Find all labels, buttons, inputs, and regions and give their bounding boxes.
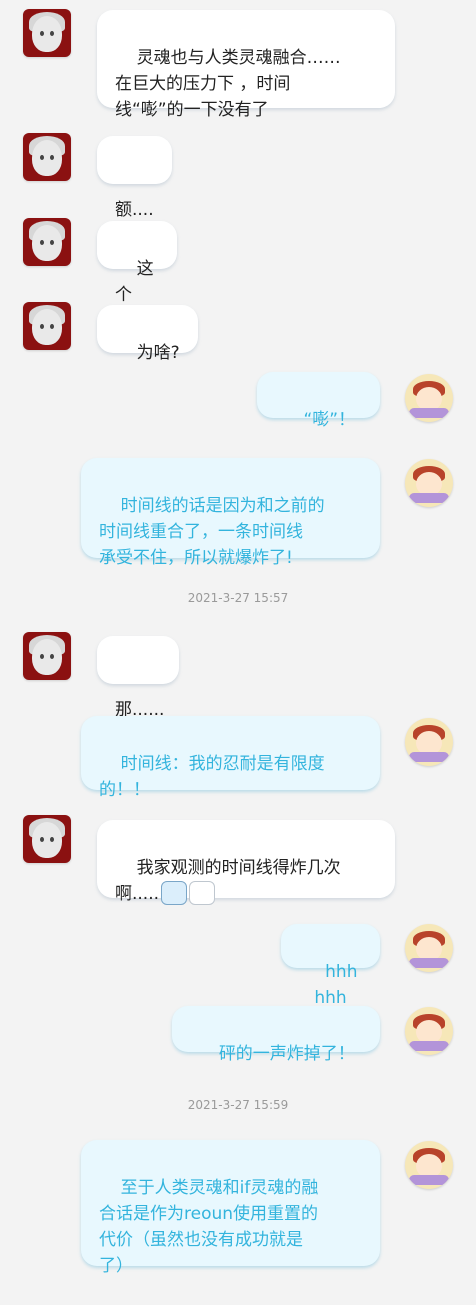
message-bubble-other[interactable]: 额.... <box>97 136 172 220</box>
avatar-other[interactable] <box>23 815 71 863</box>
avatar-other[interactable] <box>23 218 71 266</box>
message-text: 为啥? <box>136 343 180 363</box>
message-text: 灵魂也与人类灵魂融合…… 在巨大的压力下 ，时间 线“嘭”的一下没有了 <box>115 48 341 120</box>
message-bubble-other[interactable]: 灵魂也与人类灵魂融合…… 在巨大的压力下 ，时间 线“嘭”的一下没有了 <box>97 10 395 120</box>
message-text: 额.... <box>115 200 154 220</box>
message-bubble-other[interactable]: 那...... <box>97 636 179 720</box>
avatar-self[interactable] <box>405 924 453 972</box>
avatar-other[interactable] <box>23 632 71 680</box>
avatar-other[interactable] <box>23 9 71 57</box>
message-bubble-other[interactable]: 我家观测的时间线得炸几次 啊..... <box>97 820 395 905</box>
avatar-self[interactable] <box>405 1007 453 1055</box>
avatar-other[interactable] <box>23 302 71 350</box>
message-text: 这个 <box>115 259 154 305</box>
message-text: 至于人类灵魂和if灵魂的融 合话是作为reoun使用重置的 代价（虽然也没有成功… <box>99 1178 319 1276</box>
message-bubble-self[interactable]: 时间线的话是因为和之前的 时间线重合了，一条时间线 承受不住，所以就爆炸了! <box>81 458 380 568</box>
avatar-self[interactable] <box>405 374 453 422</box>
avatar-self[interactable] <box>405 459 453 507</box>
blue-face-sticker-icon <box>161 881 188 905</box>
tv-face-sticker-icon <box>189 881 216 905</box>
message-bubble-self[interactable]: 时间线：我的忍耐是有限度 的！！ <box>81 716 380 800</box>
message-bubble-other[interactable]: 为啥? <box>97 305 198 363</box>
message-bubble-self[interactable]: hhhhhh <box>281 924 380 1008</box>
message-text: 时间线的话是因为和之前的 时间线重合了，一条时间线 承受不住，所以就爆炸了! <box>99 496 325 568</box>
message-bubble-other[interactable]: 这个 <box>97 221 177 305</box>
message-text: 时间线：我的忍耐是有限度 的！！ <box>99 754 325 800</box>
avatar-self[interactable] <box>405 718 453 766</box>
message-text: “嘭”！ <box>303 410 356 430</box>
timestamp: 2021-3-27 15:59 <box>187 1098 289 1112</box>
message-text: 砰的一声炸掉了！ <box>218 1044 355 1064</box>
message-bubble-self[interactable]: “嘭”！ <box>257 372 380 430</box>
timestamp: 2021-3-27 15:57 <box>187 591 289 605</box>
message-bubble-self[interactable]: 砰的一声炸掉了！ <box>172 1006 380 1064</box>
avatar-self[interactable] <box>405 1141 453 1189</box>
avatar-other[interactable] <box>23 133 71 181</box>
chat-area[interactable]: 灵魂也与人类灵魂融合…… 在巨大的压力下 ，时间 线“嘭”的一下没有了 额...… <box>0 0 476 1280</box>
message-text: 我家观测的时间线得炸几次 啊..... <box>115 858 341 904</box>
message-bubble-self[interactable]: 至于人类灵魂和if灵魂的融 合话是作为reoun使用重置的 代价（虽然也没有成功… <box>81 1140 380 1276</box>
message-text: hhhhhh <box>314 962 358 1008</box>
